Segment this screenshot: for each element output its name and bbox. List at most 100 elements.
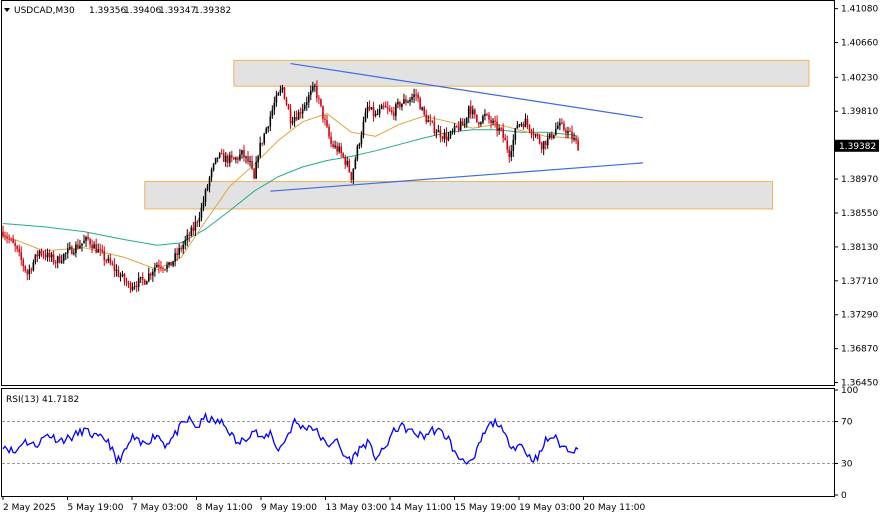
candle-body [99,249,101,251]
close-value: 1.39382 [194,6,231,16]
candle-body [555,128,557,135]
candle-body [324,119,326,121]
candle-body [378,109,381,114]
candle-body [263,133,266,144]
candle-body [103,251,106,261]
candle-body [439,130,442,138]
x-tick-label: 19 May 03:00 [519,503,581,513]
candle-body [237,157,239,160]
candle-body [437,130,440,133]
candle-body [295,117,298,120]
candle-body [563,123,565,130]
candle-body [277,92,280,96]
y-tick-label: 1.38970 [841,175,878,185]
candle-body [97,249,99,253]
candle-body [522,124,525,128]
candle-body [326,120,328,127]
candle-body [492,120,494,124]
candle-body [401,103,403,107]
candle-body [403,99,405,104]
candle-body [411,97,413,100]
candle-body [4,236,6,238]
candle-body [224,155,227,162]
candle-body [332,143,334,148]
candle-body [526,118,529,125]
candle-body [2,231,4,237]
candle-body [431,120,434,123]
candle-body [395,104,397,116]
candle-body [368,106,371,110]
x-tick-label: 15 May 19:00 [455,503,517,513]
candle-body [330,136,332,144]
candle-body [393,112,395,116]
candle-body [405,99,407,103]
y-tick-label: 1.39810 [841,107,878,117]
candle-body [534,134,537,136]
high-value: 1.39406 [124,6,161,16]
x-tick-label: 20 May 11:00 [584,503,646,513]
candle-body [251,160,253,169]
candle-body [544,141,547,146]
candle-body [561,122,563,124]
candle-body [81,243,83,246]
current-price-label: 1.39382 [839,142,876,152]
candle-body [267,126,270,129]
candle-body [46,252,49,258]
candle-body [488,114,490,120]
candle-body [467,106,470,118]
candle-body [79,245,81,249]
support-zone [144,180,773,210]
candle-body [496,121,498,131]
candle-body [216,157,219,159]
x-tick-label: 13 May 03:00 [326,503,388,513]
candle-body [399,102,401,107]
candle-body [559,122,561,126]
candle-body [427,120,430,123]
candle-body [536,134,539,137]
candle-body [429,120,432,122]
candle-body [417,94,419,99]
candle-body [139,276,142,279]
candle-body [208,177,211,187]
x-tick-label: 2 May 2025 [3,503,56,513]
candle-body [245,156,247,158]
candle-body [115,269,118,271]
candle-body [457,126,460,131]
candle-body [546,137,549,146]
candle-body [364,112,367,122]
usdcad-chart[interactable]: 1.41080 1.40660 1.40230 1.39810 1.38970 1.385… [0,0,881,518]
candle-body [386,107,389,109]
candle-body [89,238,91,245]
candle-body [62,254,65,261]
candle-body [303,105,306,110]
candle-body [257,156,259,163]
y-tick-label: 1.38550 [841,209,878,219]
candle-body [249,160,251,162]
candle-body [484,113,486,116]
candle-body [210,169,213,178]
y-tick-label: 1.36870 [841,345,878,355]
y-tick-label: 1.41080 [841,5,878,15]
candle-body [235,157,237,160]
candle-body [476,114,478,123]
rsi-label: RSI(13) 41.7182 [6,395,79,405]
x-tick-label: 5 May 19:00 [68,503,124,513]
x-tick-label: 9 May 19:00 [261,503,317,513]
candle-body [107,258,110,262]
candle-body [164,269,166,271]
candle-body [354,159,357,169]
candle-body [512,139,515,152]
candle-body [36,254,39,257]
candle-body [150,273,152,276]
candle-body [241,150,243,155]
x-tick-label: 8 May 11:00 [197,503,253,513]
candle-body [178,248,180,255]
candle-body [352,168,355,180]
candle-body [170,262,172,266]
candle-body [67,248,69,253]
candle-body [336,145,338,152]
candle-body [125,281,128,284]
candle-body [301,109,304,114]
candle-body [469,106,472,115]
candle-body [275,95,278,103]
